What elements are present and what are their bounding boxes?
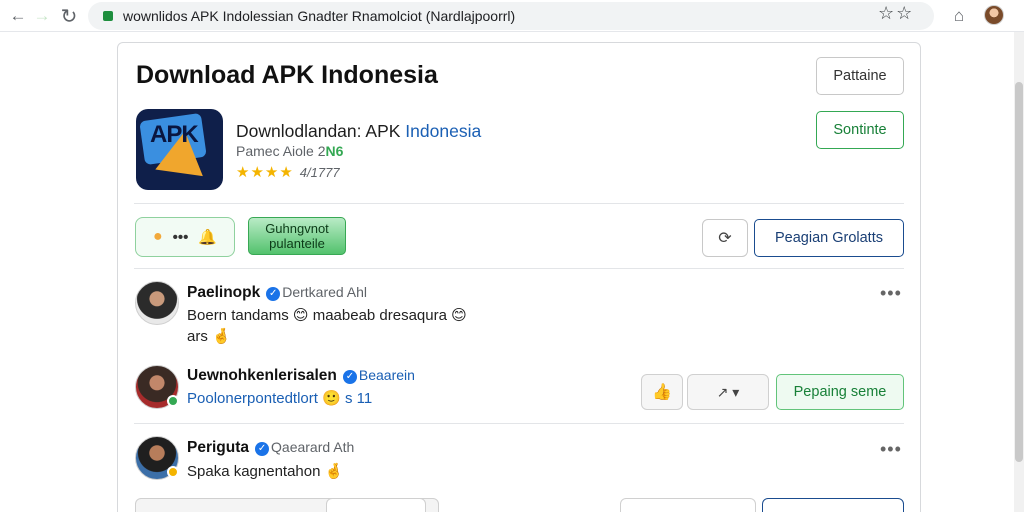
comment-text: Spaka kagnentahon 🤞 [187, 463, 344, 480]
reload-icon[interactable]: ↻ [57, 4, 81, 28]
reaction-dots: ••• [172, 228, 189, 246]
app-action-button[interactable]: Sontinte [816, 111, 904, 149]
comment-text: ars 🤞 [187, 328, 231, 345]
rating: ★★★★ 4/1777 [236, 163, 340, 181]
app-subtitle-accent: N6 [325, 143, 344, 159]
divider [134, 203, 904, 204]
divider [134, 423, 904, 424]
verified-icon: ✓ [255, 442, 270, 456]
comment-text: Poolonerpontedtlort 🙂 s 11 [187, 390, 373, 407]
primary-button[interactable]: Peagian Grolatts [754, 219, 904, 257]
page-title: Download APK Indonesia [136, 61, 438, 89]
divider [134, 268, 904, 269]
share-icon: ↗ ▾ [716, 383, 740, 400]
bookmark-star-icon[interactable]: ☆☆ [878, 3, 914, 24]
share-button[interactable]: Pepaing seme [776, 374, 904, 410]
secure-lock-icon [103, 11, 113, 21]
profile-avatar[interactable] [984, 5, 1004, 25]
status-icon [167, 466, 179, 478]
forward-arrow-icon[interactable]: → [30, 4, 54, 28]
comment-meta: Beaarein [358, 367, 415, 383]
like-icon[interactable]: 👍 [641, 374, 683, 410]
url-text[interactable]: wownlidos APK Indolessian Gnadter Rnamol… [123, 8, 515, 24]
green-tag-line2: pulanteile [269, 236, 325, 251]
page-scrollbar[interactable] [1014, 32, 1024, 512]
app-logo-icon: APK [136, 109, 223, 190]
more-options-icon[interactable]: ••• [880, 439, 902, 460]
reaction-dropdown[interactable]: ↗ ▾ [687, 374, 769, 410]
app-name-highlight: Indonesia [405, 121, 482, 141]
bottom-button[interactable] [326, 498, 426, 512]
verified-icon: ✓ [266, 287, 281, 301]
browser-toolbar: ← → ↻ wownlidos APK Indolessian Gnadter … [0, 0, 1024, 32]
bell-icon: 🔔 [198, 229, 218, 246]
comment-text: Boern tandams 😊 maabeab dresaqura 😊 [187, 307, 467, 324]
user-name[interactable]: Periguta [187, 439, 249, 456]
app-card: Download APK Indonesia Pattaine APK Down… [117, 42, 921, 512]
online-status-icon [167, 395, 179, 407]
comment-meta: Qaearard Ath [271, 439, 355, 455]
comment-author: Paelinopk ✓ Dertkared Ahl [187, 284, 367, 302]
app-subtitle-text: Pamec Aiole 2 [236, 143, 326, 159]
reaction-emoji-icon: ● [152, 228, 163, 245]
back-arrow-icon[interactable]: ← [6, 4, 30, 28]
verified-icon: ✓ [342, 370, 357, 384]
reaction-button[interactable]: ● ••• 🔔 [135, 217, 235, 257]
bottom-primary-button[interactable] [762, 498, 904, 512]
green-tag-button[interactable]: Guhngvnot pulanteile [248, 217, 346, 255]
app-subtitle: Pamec Aiole 2N6 [236, 143, 343, 159]
top-action-button[interactable]: Pattaine [816, 57, 904, 95]
user-name[interactable]: Paelinopk [187, 284, 260, 301]
more-options-icon[interactable]: ••• [880, 283, 902, 304]
address-bar[interactable]: wownlidos APK Indolessian Gnadter Rnamol… [88, 2, 934, 30]
bottom-button[interactable] [620, 498, 756, 512]
comment-author: Uewnohkenlerisalen ✓ Beaarein [187, 367, 415, 385]
rating-stars-icon: ★★★★ [236, 164, 294, 181]
rating-count: 4/1777 [299, 165, 340, 180]
avatar[interactable] [135, 281, 179, 325]
comment-meta: Dertkared Ahl [282, 284, 368, 300]
scrollbar-thumb[interactable] [1015, 82, 1023, 462]
home-icon[interactable]: ⌂ [947, 4, 971, 28]
app-name-main: Downlodlandan: APK [236, 121, 406, 141]
app-name: Downlodlandan: APK Indonesia [236, 121, 481, 142]
user-name[interactable]: Uewnohkenlerisalen [187, 367, 337, 384]
comment-author: Periguta ✓ Qaearard Ath [187, 439, 354, 457]
history-icon[interactable]: ⟳ [702, 219, 748, 257]
green-tag-line1: Guhngvnot [265, 221, 329, 236]
